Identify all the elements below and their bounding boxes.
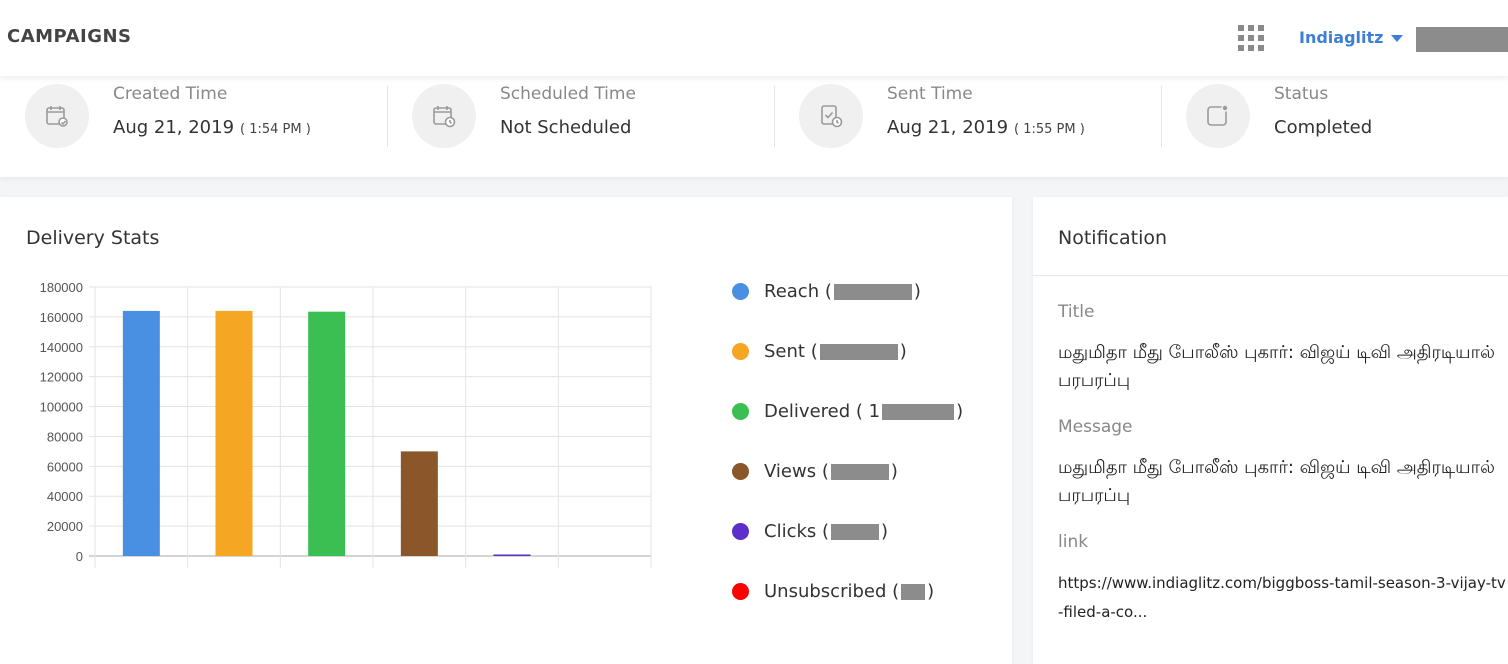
- redacted-count: [833, 283, 912, 300]
- legend-item[interactable]: Reach (): [732, 281, 921, 302]
- campaign-times-bar: Created Time Aug 21, 2019( 1:54 PM ) Sch…: [0, 76, 1508, 177]
- redacted-count: [901, 583, 926, 600]
- y-tick-label: 40000: [47, 489, 83, 504]
- legend-item[interactable]: Sent ( ): [732, 341, 907, 362]
- legend-label: Delivered ( 1: [764, 401, 881, 422]
- top-bar: CAMPAIGNS Indiaglitz: [0, 0, 1508, 76]
- delivery-stats-chart: 0 20000 40000 60000 80000 100000 120000 140000 1…: [40, 280, 652, 568]
- notification-panel: Notification Title மதுமிதா மீது போலீஸ் ப…: [1033, 197, 1508, 664]
- title-text: மதுமிதா மீது போலீஸ் புகார்: விஜய் டிவி அ…: [1058, 342, 1495, 391]
- y-tick-label: 20000: [47, 519, 83, 534]
- account-name: Indiaglitz: [1299, 28, 1384, 47]
- divider: [387, 86, 388, 147]
- doc-check-clock-icon: [799, 84, 863, 148]
- y-tick-label: 160000: [40, 310, 83, 325]
- calendar-edit-icon: [25, 84, 89, 148]
- status-cell: Status Completed: [1186, 76, 1496, 148]
- legend-label: Sent (: [764, 341, 818, 362]
- y-tick-label: 120000: [40, 370, 83, 385]
- scheduled-time-cell: Scheduled Time Not Scheduled: [412, 76, 752, 148]
- legend-dot-icon: [732, 343, 749, 360]
- calendar-clock-icon: [412, 84, 476, 148]
- legend-label-tail: ): [956, 401, 964, 422]
- bar-clicks: [493, 554, 531, 556]
- sent-time-value: Aug 21, 2019( 1:55 PM ): [887, 117, 1085, 138]
- legend-label-tail: ): [913, 281, 921, 302]
- notification-link[interactable]: https://www.indiaglitz.com/biggboss-tami…: [1058, 569, 1508, 627]
- y-tick-label: 140000: [40, 340, 83, 355]
- legend-label: Clicks (: [764, 521, 830, 542]
- scheduled-time-value: Not Scheduled: [500, 117, 632, 138]
- y-tick-label: 80000: [47, 429, 83, 444]
- redacted-count: [882, 403, 955, 420]
- legend-label-tail: ): [890, 461, 898, 482]
- apps-grid-icon[interactable]: [1238, 25, 1264, 51]
- sent-time-label: Sent Time: [887, 84, 973, 104]
- message-label: Message: [1058, 417, 1133, 437]
- link-label: link: [1058, 532, 1089, 552]
- bar-reach: [122, 310, 160, 556]
- legend-label-tail: ): [927, 581, 935, 602]
- legend-label: Reach (: [764, 281, 832, 302]
- title-label: Title: [1058, 302, 1095, 322]
- redacted-count: [830, 463, 889, 480]
- notification-title: Notification: [1058, 227, 1168, 249]
- legend-item[interactable]: Views ( ): [732, 461, 898, 482]
- redacted-user-block: [1416, 27, 1508, 52]
- created-time-label: Created Time: [113, 84, 228, 104]
- created-time-cell: Created Time Aug 21, 2019( 1:54 PM ): [25, 76, 365, 148]
- account-dropdown[interactable]: Indiaglitz: [1299, 28, 1404, 47]
- scheduled-time-label: Scheduled Time: [500, 84, 636, 104]
- legend-label-tail: ): [899, 341, 907, 362]
- bar-views: [400, 451, 438, 556]
- y-tick-label: 100000: [40, 400, 83, 415]
- divider: [1161, 86, 1162, 147]
- divider: [1033, 275, 1508, 276]
- bar-sent: [215, 310, 253, 556]
- legend-dot-icon: [732, 463, 749, 480]
- legend-label-tail: ): [881, 521, 889, 542]
- legend-item[interactable]: Delivered ( 1): [732, 401, 963, 422]
- status-value: Completed: [1274, 117, 1373, 138]
- created-time-value: Aug 21, 2019( 1:54 PM ): [113, 117, 311, 138]
- redacted-count: [831, 523, 880, 540]
- bar-delivered: [308, 311, 346, 556]
- legend-dot-icon: [732, 523, 749, 540]
- status-icon: [1186, 84, 1250, 148]
- redacted-count: [819, 343, 898, 360]
- status-label: Status: [1274, 84, 1329, 104]
- legend-label: Unsubscribed (: [764, 581, 900, 602]
- divider: [774, 86, 775, 147]
- delivery-stats-title: Delivery Stats: [26, 227, 160, 249]
- legend-dot-icon: [732, 403, 749, 420]
- legend-item[interactable]: Clicks ( ): [732, 521, 888, 542]
- caret-down-icon: [1391, 35, 1404, 42]
- legend-dot-icon: [732, 583, 749, 600]
- message-text: மதுமிதா மீது போலீஸ் புகார்: விஜய் டிவி அ…: [1058, 457, 1495, 506]
- y-tick-label: 60000: [47, 459, 83, 474]
- sent-time-cell: Sent Time Aug 21, 2019( 1:55 PM ): [799, 76, 1139, 148]
- y-tick-label: 0: [76, 549, 83, 564]
- y-tick-label: 180000: [40, 280, 83, 295]
- delivery-stats-panel: Delivery Stats 0 20000 40000 60000 80000 1000…: [0, 197, 1012, 664]
- page-title: CAMPAIGNS: [7, 26, 132, 47]
- legend-label: Views (: [764, 461, 829, 482]
- legend-dot-icon: [732, 283, 749, 300]
- legend-item[interactable]: Unsubscribed ( ): [732, 581, 934, 602]
